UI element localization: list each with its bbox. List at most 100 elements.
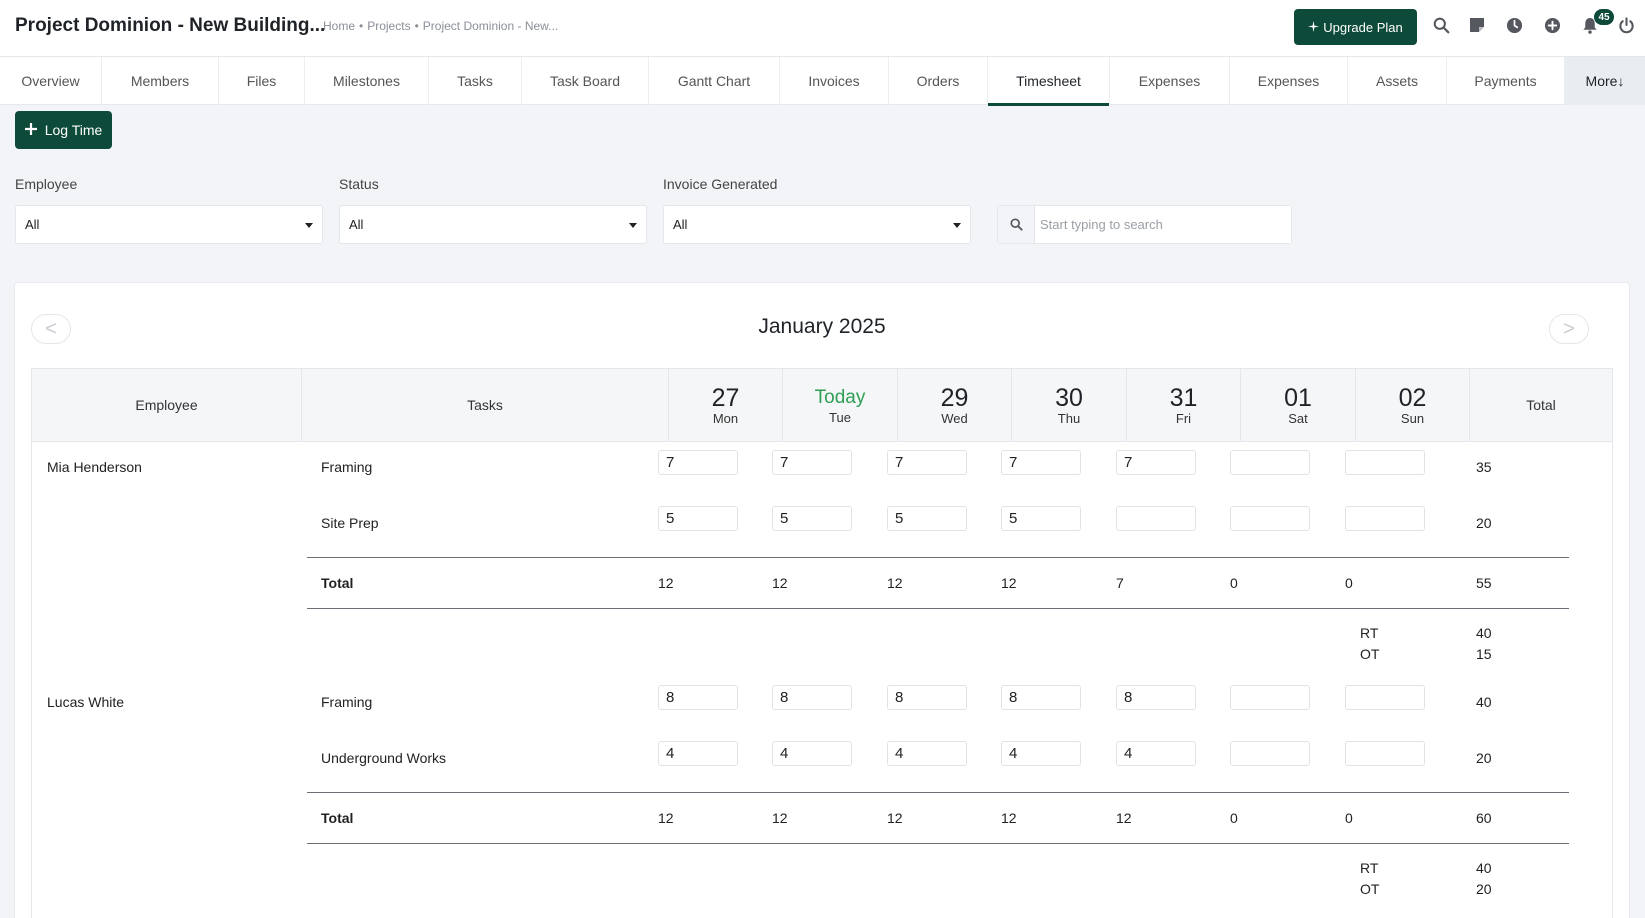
hours-input[interactable]: 5	[658, 506, 738, 531]
breadcrumb-projects[interactable]: Projects	[367, 19, 410, 33]
upgrade-plan-label: Upgrade Plan	[1323, 19, 1403, 35]
daily-total: 12	[1116, 810, 1132, 826]
total-column-header: Total	[1470, 369, 1612, 441]
tab-gantt-chart[interactable]: Gantt Chart	[649, 57, 780, 105]
hours-input[interactable]: 4	[658, 741, 738, 766]
hours-input[interactable]: 5	[887, 506, 967, 531]
hours-input[interactable]	[1230, 506, 1310, 531]
day-header-sun: 02 Sun	[1356, 369, 1470, 441]
employee-column-header: Employee	[32, 369, 302, 441]
plus-circle-icon[interactable]	[1541, 14, 1563, 36]
tab-files[interactable]: Files	[219, 57, 305, 105]
day-name: Thu	[1057, 410, 1081, 426]
employee-select-value: All	[25, 217, 40, 232]
timesheet-header-row: Employee Tasks 27 Mon Today Tue 29 Wed 3…	[31, 368, 1613, 442]
daily-total: 0	[1230, 575, 1238, 591]
ot-label: OT	[1360, 881, 1380, 897]
hours-input[interactable]	[1230, 450, 1310, 475]
hours-input[interactable]	[1345, 741, 1425, 766]
task-name: Framing	[321, 459, 373, 475]
task-total: 20	[1476, 750, 1492, 766]
employee-select[interactable]: All	[15, 205, 323, 244]
hours-input[interactable]	[1230, 685, 1310, 710]
row-divider	[307, 557, 1569, 558]
day-name: Sat	[1288, 410, 1308, 426]
daily-total: 0	[1345, 810, 1353, 826]
hours-input[interactable]: 4	[1001, 741, 1081, 766]
sparkle-icon	[1308, 20, 1320, 35]
daily-total: 12	[1001, 575, 1017, 591]
hours-input[interactable]: 8	[1001, 685, 1081, 710]
hours-input[interactable]: 4	[1116, 741, 1196, 766]
hours-input[interactable]	[1230, 741, 1310, 766]
hours-input[interactable]: 8	[887, 685, 967, 710]
hours-input[interactable]	[1345, 450, 1425, 475]
task-name: Underground Works	[321, 750, 447, 766]
search-input[interactable]	[1035, 206, 1291, 243]
next-week-button[interactable]: >	[1549, 314, 1589, 344]
hours-input[interactable]: 7	[658, 450, 738, 475]
tab-expenses[interactable]: Expenses	[1110, 57, 1230, 105]
daily-total: 7	[1116, 575, 1124, 591]
invoice-generated-select[interactable]: All	[663, 205, 971, 244]
tab-assets[interactable]: Assets	[1348, 57, 1447, 105]
hours-input[interactable]: 5	[1001, 506, 1081, 531]
tab-tasks[interactable]: Tasks	[429, 57, 522, 105]
tab-invoices[interactable]: Invoices	[780, 57, 889, 105]
rt-value: 40	[1476, 625, 1492, 641]
notification-count-badge: 45	[1594, 9, 1614, 25]
tab-more[interactable]: More↓	[1565, 57, 1645, 105]
search-icon[interactable]	[1430, 14, 1452, 36]
row-divider	[307, 843, 1569, 844]
task-total: 40	[1476, 694, 1492, 710]
breadcrumb-current: Project Dominion - New...	[422, 19, 559, 33]
hours-input[interactable]: 8	[1116, 685, 1196, 710]
tab-task-board[interactable]: Task Board	[522, 57, 649, 105]
upgrade-plan-button[interactable]: Upgrade Plan	[1294, 9, 1417, 45]
tab-orders[interactable]: Orders	[889, 57, 988, 105]
breadcrumb-home[interactable]: Home	[323, 19, 355, 33]
daily-total: 12	[658, 575, 674, 591]
daily-total: 0	[1230, 810, 1238, 826]
tab-overview[interactable]: Overview	[0, 57, 102, 105]
hours-input[interactable]	[1345, 685, 1425, 710]
tab-members[interactable]: Members	[102, 57, 219, 105]
invoice-filter-label: Invoice Generated	[663, 176, 778, 192]
hours-input[interactable]: 7	[1001, 450, 1081, 475]
breadcrumb: Home • Projects • Project Dominion - New...	[323, 19, 559, 33]
tab-expenses-2[interactable]: Expenses	[1230, 57, 1348, 105]
hours-input[interactable]: 5	[772, 506, 852, 531]
hours-input[interactable]: 7	[887, 450, 967, 475]
ot-value: 20	[1476, 881, 1492, 897]
hours-input[interactable]: 8	[772, 685, 852, 710]
hours-input[interactable]: 8	[658, 685, 738, 710]
status-select[interactable]: All	[339, 205, 647, 244]
hours-input[interactable]: 4	[772, 741, 852, 766]
search-icon	[998, 206, 1035, 243]
rt-value: 40	[1476, 860, 1492, 876]
log-time-button[interactable]: Log Time	[15, 111, 112, 149]
day-header-tue: Today Tue	[783, 369, 898, 441]
log-time-label: Log Time	[44, 122, 103, 138]
timesheet-body: Mia Henderson Framing 7 7 7 7 7 35 Site Prep 5 5 5 5…	[31, 442, 1613, 918]
hours-input[interactable]	[1345, 506, 1425, 531]
today-label: Today	[814, 386, 866, 408]
hours-input[interactable]: 7	[772, 450, 852, 475]
tab-payments[interactable]: Payments	[1447, 57, 1565, 105]
power-icon[interactable]	[1615, 14, 1637, 36]
tab-milestones[interactable]: Milestones	[305, 57, 429, 105]
sticky-note-icon[interactable]	[1466, 14, 1488, 36]
hours-input[interactable]: 7	[1116, 450, 1196, 475]
daily-total: 12	[887, 575, 903, 591]
task-name: Framing	[321, 694, 373, 710]
daily-total: 12	[658, 810, 674, 826]
rt-label: RT	[1360, 625, 1379, 641]
clock-icon[interactable]	[1503, 14, 1525, 36]
search-box	[997, 205, 1292, 244]
tab-timesheet[interactable]: Timesheet	[988, 57, 1110, 106]
day-number: 30	[1055, 383, 1083, 412]
daily-total: 12	[772, 810, 788, 826]
rt-label: RT	[1360, 860, 1379, 876]
hours-input[interactable]: 4	[887, 741, 967, 766]
hours-input[interactable]	[1116, 506, 1196, 531]
